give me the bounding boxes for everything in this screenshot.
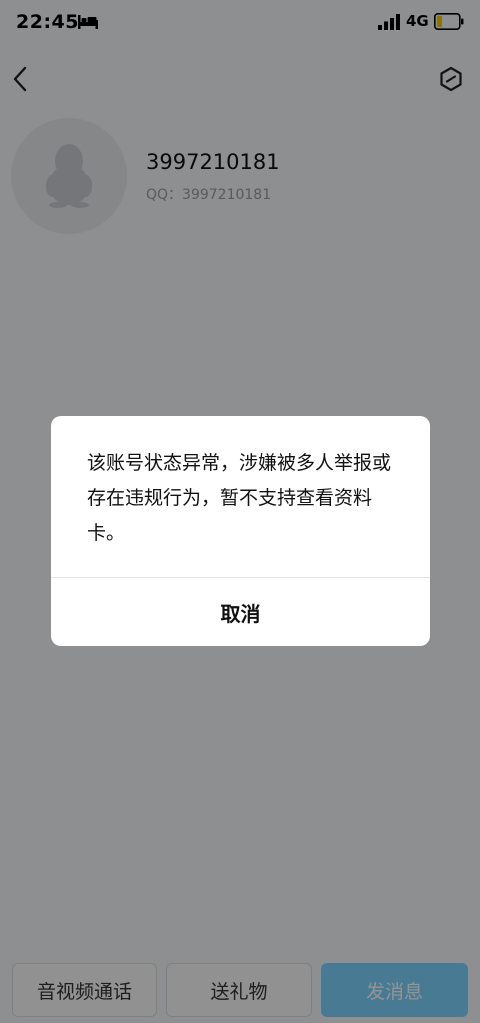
dialog-message: 该账号状态异常，涉嫌被多人举报或存在违规行为，暂不支持查看资料卡。 bbox=[87, 452, 392, 544]
account-abnormal-dialog: 该账号状态异常，涉嫌被多人举报或存在违规行为，暂不支持查看资料卡。 取消 bbox=[51, 416, 430, 646]
cancel-button[interactable]: 取消 bbox=[51, 578, 430, 646]
